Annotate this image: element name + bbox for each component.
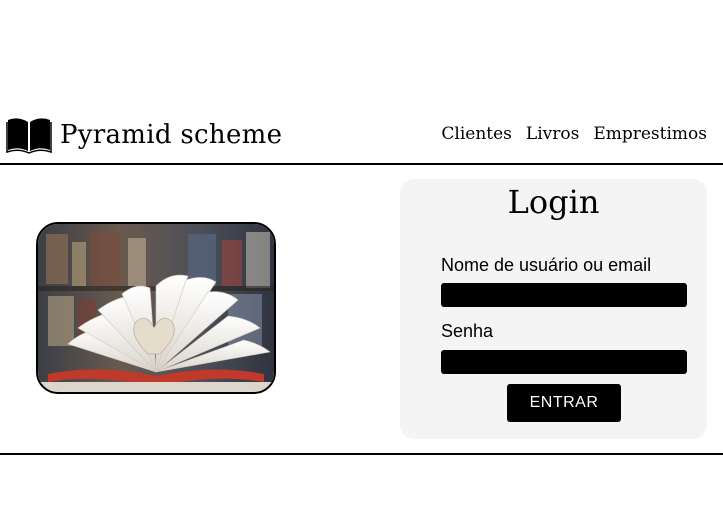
header-divider <box>0 163 723 165</box>
site-header: Pyramid scheme Clientes Livros Emprestim… <box>0 112 723 164</box>
footer-divider <box>0 453 723 455</box>
password-input[interactable] <box>441 350 687 374</box>
open-book-icon <box>6 116 52 154</box>
username-label: Nome de usuário ou email <box>441 255 652 275</box>
login-title: Login <box>507 183 600 221</box>
main-nav: Clientes Livros Emprestimos <box>441 124 707 144</box>
username-input[interactable] <box>441 283 687 307</box>
nav-item-clientes[interactable]: Clientes <box>441 124 512 144</box>
brand[interactable]: Pyramid scheme <box>6 116 282 154</box>
login-card: Login Nome de usuário ou email Senha ENT… <box>400 179 707 439</box>
brand-name: Pyramid scheme <box>60 120 283 150</box>
nav-item-emprestimos[interactable]: Emprestimos <box>593 124 707 144</box>
login-submit-button[interactable]: ENTRAR <box>507 384 621 422</box>
nav-item-livros[interactable]: Livros <box>526 124 579 144</box>
open-book-photo <box>36 222 276 394</box>
password-label: Senha <box>441 321 494 341</box>
